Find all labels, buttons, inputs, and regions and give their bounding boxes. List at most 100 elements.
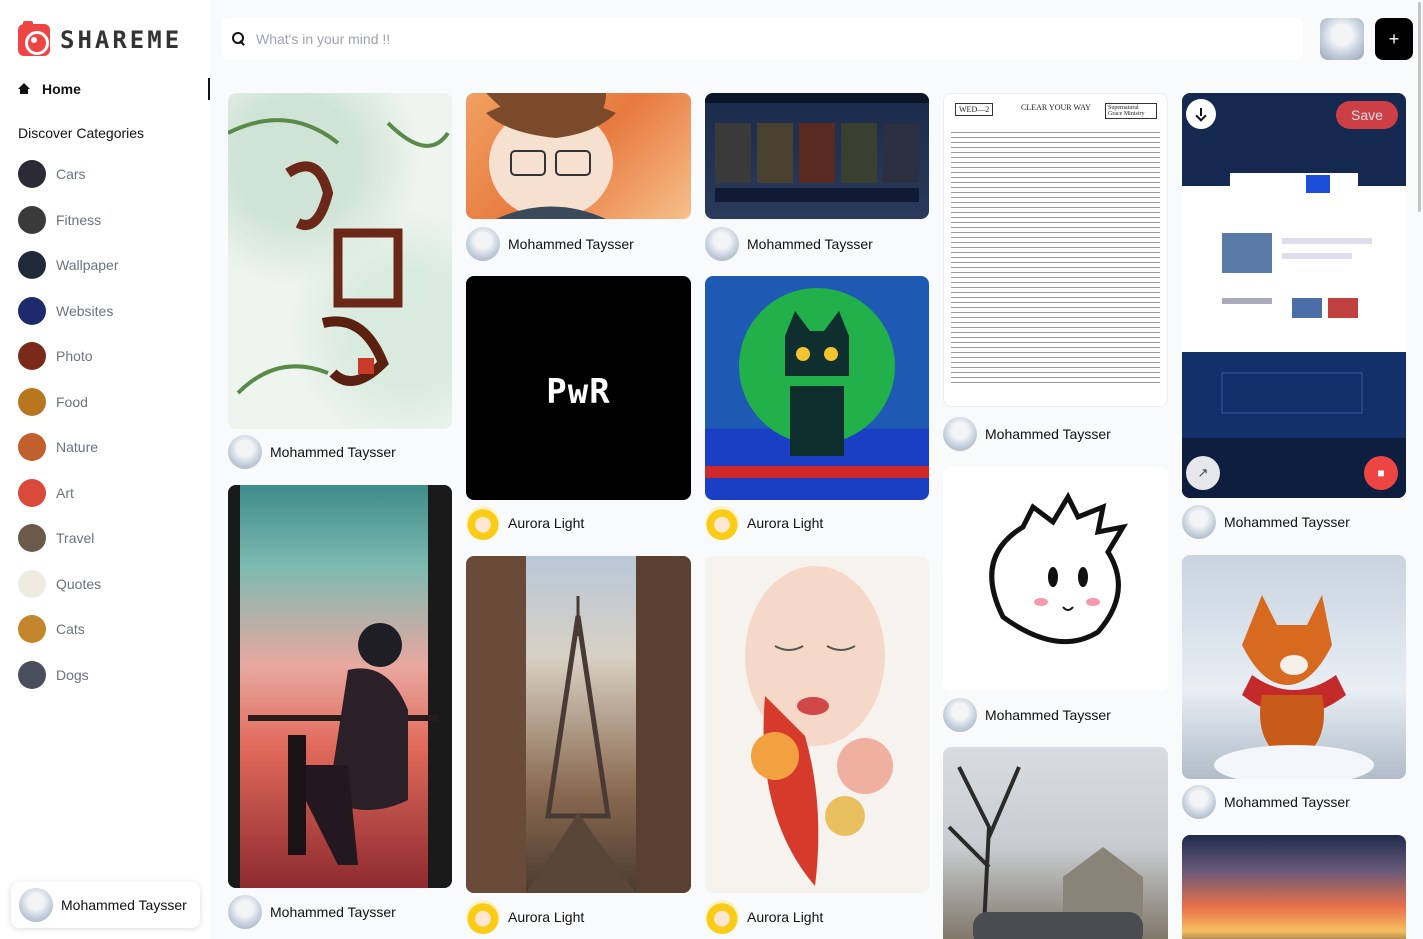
pin-author[interactable]: Mohammed Taysser xyxy=(466,227,634,261)
pin-image-website-mockup[interactable]: Save ↗ ■ xyxy=(1182,93,1406,498)
avatar xyxy=(705,900,739,934)
sidebar-item-wallpaper[interactable]: Wallpaper xyxy=(18,251,119,279)
calligraphy-illustration xyxy=(228,118,450,395)
pin-author[interactable]: Aurora Light xyxy=(466,900,584,934)
pin-author[interactable]: Mohammed Taysser xyxy=(705,227,873,261)
category-label: Dogs xyxy=(56,666,89,683)
pin-card[interactable]: Save ↗ ■ Mohammed Taysser xyxy=(1182,93,1406,541)
pin-author[interactable]: Mohammed Taysser xyxy=(943,417,1111,451)
pin-card[interactable] xyxy=(943,747,1168,939)
author-name: Aurora Light xyxy=(508,515,585,531)
category-label: Photo xyxy=(56,348,93,364)
pin-image-anime-glasses[interactable] xyxy=(466,93,691,219)
author-name: Mohammed Taysser xyxy=(270,904,396,920)
pin-image-sunset-sky[interactable] xyxy=(1182,835,1406,939)
add-pin-button[interactable]: + xyxy=(1375,18,1413,60)
app-logo[interactable]: SHAREME xyxy=(18,21,182,56)
category-thumbnail xyxy=(18,660,46,689)
pin-image-qingming-calligraphy[interactable] xyxy=(228,93,452,429)
download-icon xyxy=(1195,108,1207,120)
pin-card[interactable] xyxy=(1182,835,1406,939)
pin-card[interactable]: Mohammed Taysser xyxy=(1182,555,1406,821)
pin-author[interactable]: Mohammed Taysser xyxy=(943,698,1111,732)
camera-icon xyxy=(18,21,50,56)
avatar xyxy=(228,895,262,929)
category-list: Cars Fitness Wallpaper Websites Photo Fo… xyxy=(18,160,119,706)
author-name: Mohammed Taysser xyxy=(747,236,873,252)
delete-button[interactable]: ■ xyxy=(1364,456,1398,490)
scrollbar-thumb[interactable] xyxy=(1418,2,1421,212)
pin-image-red-fox[interactable] xyxy=(1182,555,1406,779)
pin-image-cartoon-face[interactable] xyxy=(943,467,1168,691)
categories-heading: Discover Categories xyxy=(18,125,145,141)
pin-author[interactable]: Aurora Light xyxy=(466,506,584,540)
author-name: Mohammed Taysser xyxy=(985,707,1111,723)
pin-card[interactable]: Mohammed Taysser xyxy=(228,485,452,933)
download-button[interactable] xyxy=(1186,99,1216,129)
pin-card[interactable]: Aurora Light xyxy=(705,276,929,542)
sidebar-item-photo[interactable]: Photo xyxy=(18,342,119,370)
author-name: Mohammed Taysser xyxy=(508,236,634,252)
sidebar-item-nature[interactable]: Nature xyxy=(18,433,119,461)
pin-card[interactable]: PwR Aurora Light xyxy=(466,276,691,542)
pin-card[interactable]: WED—2 CLEAR YOUR WAY Supernatural Grace … xyxy=(943,93,1168,453)
pin-card[interactable]: Mohammed Taysser xyxy=(228,93,452,473)
pin-card[interactable]: Mohammed Taysser xyxy=(943,467,1168,733)
category-label: Fitness xyxy=(56,211,102,228)
pin-card[interactable]: Aurora Light xyxy=(705,556,929,936)
pin-image-anime-boy-window[interactable] xyxy=(228,485,452,888)
sidebar-item-websites[interactable]: Websites xyxy=(18,296,119,325)
pin-image-pixel-cat[interactable] xyxy=(705,276,929,500)
user-name: Mohammed Taysser xyxy=(61,897,187,913)
author-name: Mohammed Taysser xyxy=(1224,794,1350,810)
sidebar-item-fitness[interactable]: Fitness xyxy=(18,205,119,234)
pin-image-watercolor-face[interactable] xyxy=(705,556,929,893)
sidebar-item-cats[interactable]: Cats xyxy=(18,615,119,643)
save-button[interactable]: Save xyxy=(1336,101,1398,129)
pin-author[interactable]: Mohammed Taysser xyxy=(228,435,396,469)
category-thumbnail xyxy=(18,524,46,552)
avatar xyxy=(466,227,500,261)
category-thumbnail xyxy=(18,205,46,234)
category-thumbnail xyxy=(18,251,46,279)
avatar xyxy=(228,435,262,469)
sidebar-item-home[interactable]: Home xyxy=(18,78,210,100)
document-header-title: CLEAR YOUR WAY xyxy=(1021,103,1091,112)
pin-card[interactable]: Mohammed Taysser xyxy=(705,93,929,263)
sidebar-item-cars[interactable]: Cars xyxy=(18,160,119,188)
search-input[interactable] xyxy=(256,31,1156,47)
pin-card[interactable]: Mohammed Taysser xyxy=(466,93,691,263)
sidebar-item-dogs[interactable]: Dogs xyxy=(18,660,119,689)
author-name: Aurora Light xyxy=(747,515,824,531)
pin-author[interactable]: Mohammed Taysser xyxy=(228,895,396,929)
pin-author[interactable]: Mohammed Taysser xyxy=(1182,505,1350,539)
pin-author[interactable]: Aurora Light xyxy=(705,900,823,934)
avatar xyxy=(466,506,500,540)
avatar xyxy=(943,417,977,451)
scrollbar[interactable] xyxy=(1417,0,1423,939)
sidebar-item-quotes[interactable]: Quotes xyxy=(18,569,119,598)
red-fox-illustration xyxy=(1214,595,1374,779)
author-name: Mohammed Taysser xyxy=(1224,514,1350,530)
sidebar-item-food[interactable]: Food xyxy=(18,387,119,416)
pin-author[interactable]: Aurora Light xyxy=(705,506,823,540)
sidebar-item-art[interactable]: Art xyxy=(18,478,119,507)
category-label: Quotes xyxy=(56,575,102,592)
sidebar-item-travel[interactable]: Travel xyxy=(18,524,119,552)
trash-icon: ■ xyxy=(1377,466,1385,480)
avatar xyxy=(943,698,977,732)
pin-author[interactable]: Mohammed Taysser xyxy=(1182,785,1350,819)
sidebar-user-profile[interactable]: Mohammed Taysser xyxy=(11,882,200,928)
document-text-lines xyxy=(951,129,1160,387)
author-name: Mohammed Taysser xyxy=(270,444,396,460)
pin-image-pwr-logo[interactable]: PwR xyxy=(466,276,691,500)
header-user-avatar[interactable] xyxy=(1320,18,1364,60)
tree-house-car-illustration xyxy=(947,766,1143,939)
pin-image-eiffel-street[interactable] xyxy=(466,556,691,893)
open-link-button[interactable]: ↗ xyxy=(1186,456,1220,490)
pin-image-bible-document[interactable]: WED—2 CLEAR YOUR WAY Supernatural Grace … xyxy=(943,93,1168,407)
pin-image-tree-house-car[interactable] xyxy=(943,747,1168,939)
avatar xyxy=(19,888,53,922)
pin-card[interactable]: Aurora Light xyxy=(466,556,691,936)
pin-image-game-characters[interactable] xyxy=(705,93,929,219)
